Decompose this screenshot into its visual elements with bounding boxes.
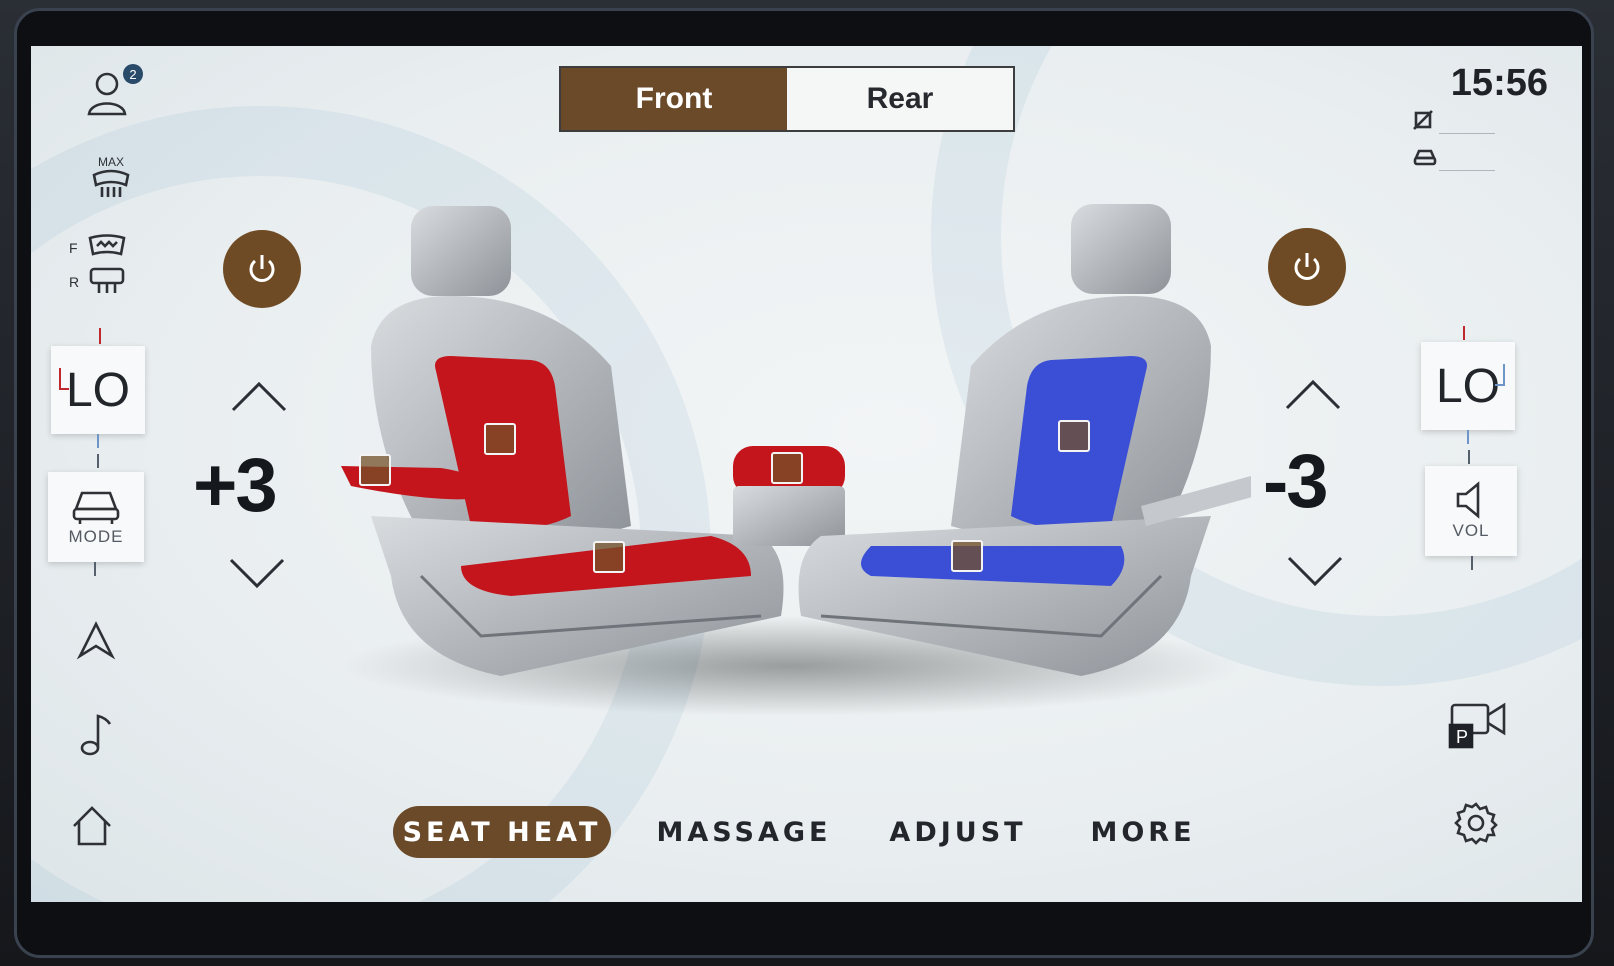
right-seat-power-button[interactable] bbox=[1268, 228, 1346, 306]
chevron-up-icon bbox=[231, 381, 287, 412]
power-icon bbox=[249, 255, 275, 282]
temp-indicator-tick bbox=[1467, 430, 1469, 444]
seatbelt-off-icon bbox=[1411, 108, 1435, 132]
music-icon[interactable] bbox=[71, 710, 121, 760]
home-icon[interactable] bbox=[67, 801, 117, 851]
rail-divider bbox=[94, 562, 96, 576]
tab-rear[interactable]: Rear bbox=[787, 68, 1013, 130]
right-fan-speed-tile[interactable]: LO bbox=[1421, 342, 1515, 430]
settings-icon[interactable] bbox=[1451, 798, 1501, 848]
tab-front[interactable]: Front bbox=[561, 68, 787, 130]
left-level-up-button[interactable] bbox=[229, 378, 289, 414]
power-icon bbox=[1294, 253, 1320, 280]
tab-seat-heat[interactable]: SEAT HEAT bbox=[393, 806, 611, 858]
max-defrost-icon bbox=[92, 169, 130, 197]
max-defrost-button[interactable]: MAX bbox=[81, 152, 141, 202]
left-fan-speed-tile[interactable]: LO bbox=[51, 346, 145, 434]
rail-divider bbox=[1471, 556, 1473, 570]
chevron-up-icon bbox=[1285, 379, 1341, 410]
volume-button[interactable]: VOL bbox=[1425, 466, 1517, 556]
tab-adjust[interactable]: ADJUST bbox=[889, 806, 1025, 858]
right-level-down-button[interactable] bbox=[1285, 554, 1345, 590]
front-defrost-icon[interactable] bbox=[83, 232, 131, 260]
car-mode-icon bbox=[72, 491, 120, 524]
rear-defrost-icon[interactable] bbox=[83, 266, 131, 296]
temp-indicator-tick bbox=[97, 434, 99, 448]
rail-divider bbox=[1468, 450, 1470, 464]
car-status-icon bbox=[1411, 146, 1439, 168]
right-backrest-marker[interactable] bbox=[1058, 420, 1090, 452]
profile-icon[interactable]: 2 bbox=[81, 64, 143, 120]
max-label: MAX bbox=[97, 155, 124, 169]
park-camera-icon[interactable]: P bbox=[1443, 696, 1513, 752]
chevron-down-icon bbox=[1287, 556, 1343, 587]
status-divider bbox=[1439, 133, 1495, 134]
left-seat-level: +3 bbox=[193, 443, 278, 528]
tab-more[interactable]: MORE bbox=[1089, 806, 1197, 858]
left-armrest-marker[interactable] bbox=[359, 454, 391, 486]
temp-indicator-tick bbox=[99, 328, 101, 344]
left-level-down-button[interactable] bbox=[227, 556, 287, 592]
temp-indicator-tick bbox=[1463, 326, 1465, 340]
mode-button[interactable]: MODE bbox=[48, 472, 144, 562]
left-fan-value: LO bbox=[65, 363, 131, 417]
vol-label: VOL bbox=[1452, 521, 1490, 540]
temp-low-icon bbox=[59, 368, 69, 390]
left-seat[interactable] bbox=[341, 206, 784, 676]
right-cushion-marker[interactable] bbox=[951, 540, 983, 572]
profile-badge: 2 bbox=[123, 64, 143, 84]
rail-divider bbox=[97, 454, 99, 468]
right-seat[interactable] bbox=[798, 204, 1252, 676]
clock: 15:56 bbox=[1450, 62, 1548, 104]
tab-massage[interactable]: MASSAGE bbox=[657, 806, 828, 858]
center-armrest-marker[interactable] bbox=[771, 452, 803, 484]
chevron-down-icon bbox=[229, 558, 285, 589]
seat-row-selector: Front Rear bbox=[559, 66, 1015, 132]
right-fan-value: LO bbox=[1435, 359, 1501, 413]
volume-icon bbox=[1456, 481, 1480, 519]
status-divider bbox=[1439, 170, 1495, 171]
right-seat-level: -3 bbox=[1263, 439, 1329, 524]
touchscreen: 2 MAX F R LO MODE Front Rear 15:56 +3 -3… bbox=[31, 46, 1582, 902]
temp-low-icon bbox=[1495, 364, 1505, 386]
navigation-icon[interactable] bbox=[71, 618, 121, 662]
left-cushion-marker[interactable] bbox=[593, 541, 625, 573]
svg-text:P: P bbox=[1456, 727, 1468, 747]
right-level-up-button[interactable] bbox=[1283, 376, 1343, 412]
left-seat-power-button[interactable] bbox=[223, 230, 301, 308]
mode-label: MODE bbox=[68, 527, 124, 546]
left-backrest-marker[interactable] bbox=[484, 423, 516, 455]
